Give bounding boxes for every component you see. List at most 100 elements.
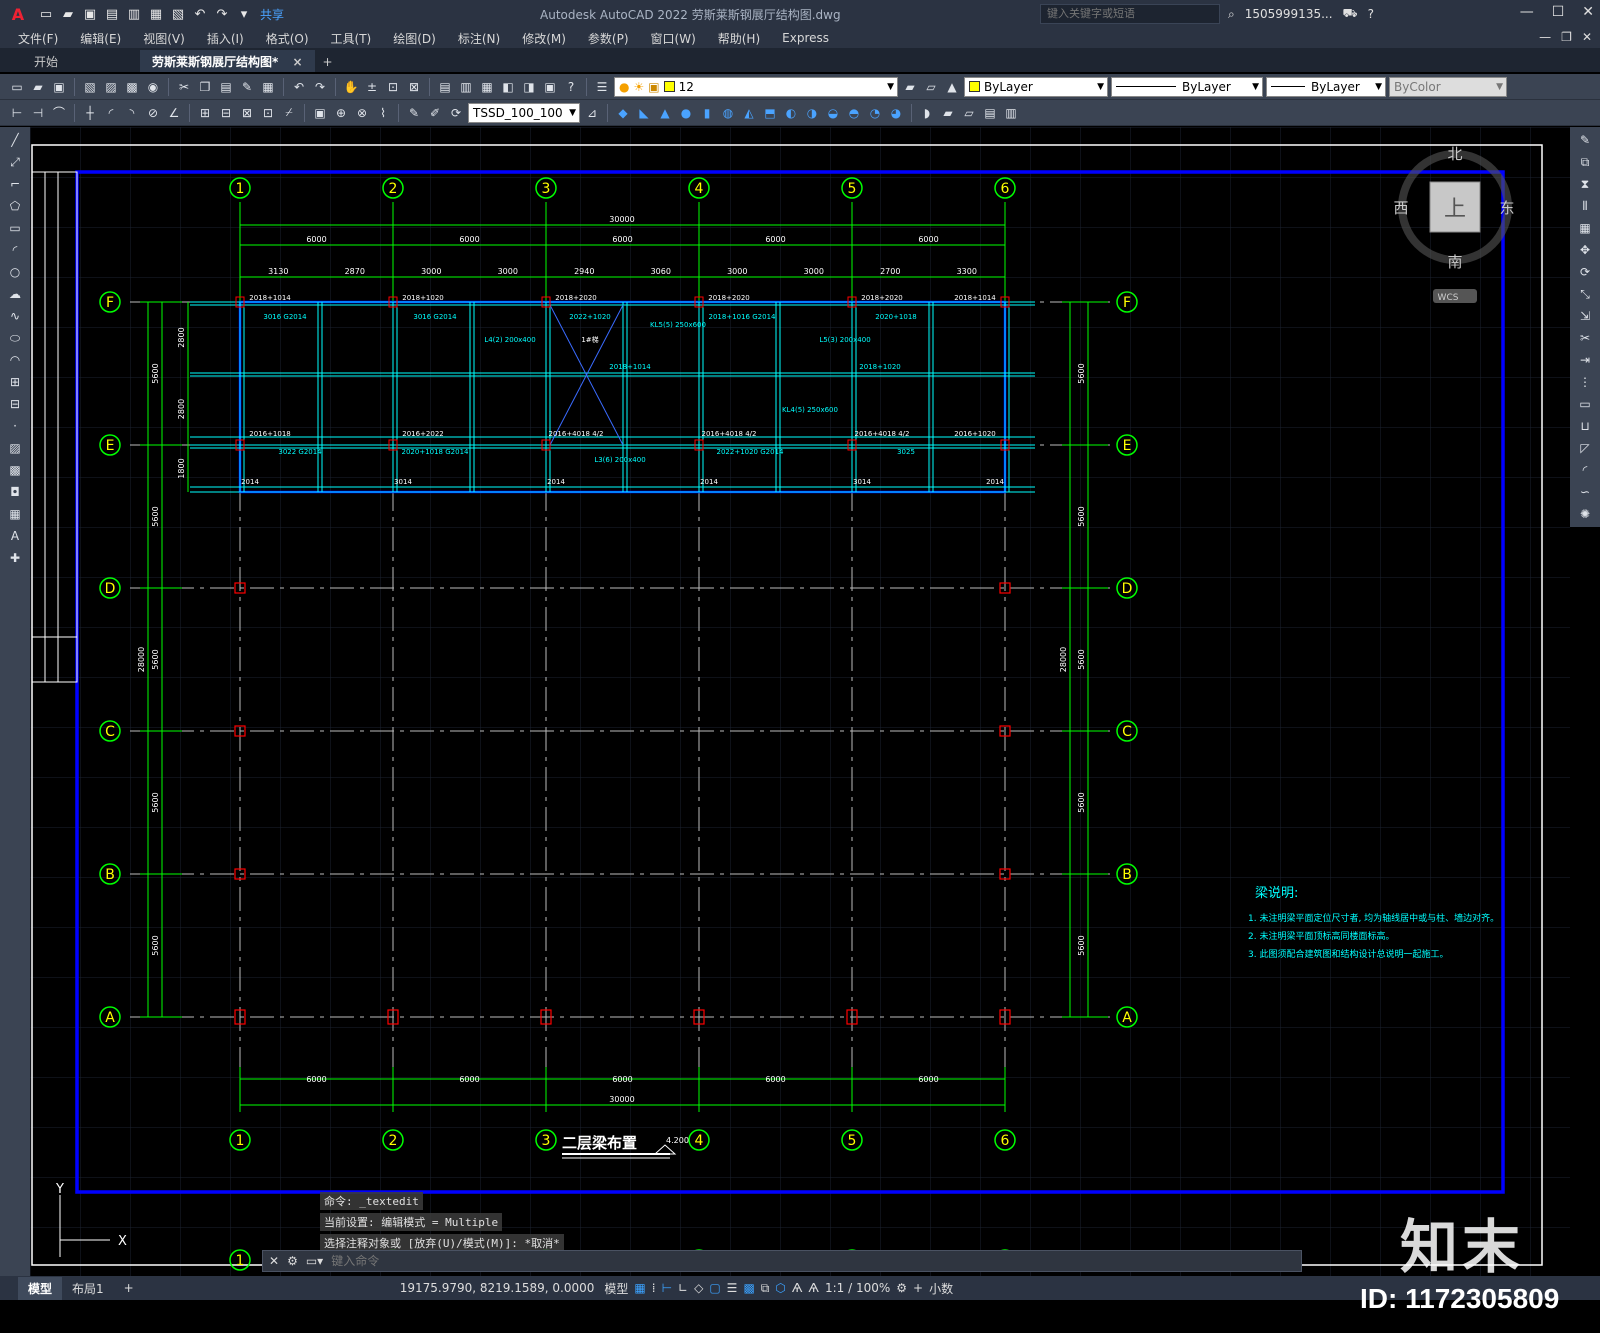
properties-icon[interactable]: ▤ [436,78,454,96]
thicken-icon[interactable]: ▰ [939,104,957,122]
copy-icon[interactable]: ❐ [196,78,214,96]
snap-toggle-icon[interactable]: ⁞ [652,1281,656,1295]
publish-icon[interactable]: ▥ [124,4,144,24]
tab-close-icon[interactable]: × [292,55,302,69]
doc-restore-icon[interactable]: ❐ [1561,30,1572,44]
revolve-icon[interactable]: ◐ [782,104,800,122]
layer-dropdown[interactable]: ● ☀ ▣ 12 ▼ [614,76,898,97]
jogged-dim-icon[interactable]: ◝ [123,104,141,122]
sheet-set-icon[interactable]: ◧ [499,78,517,96]
autocad-logo-icon[interactable]: A [0,0,36,28]
menu-window[interactable]: 窗口(W) [651,30,696,47]
copy-object-icon[interactable]: ⧉ [1576,153,1594,171]
move-icon[interactable]: ✥ [1576,241,1594,259]
undo-icon[interactable]: ↶ [290,78,308,96]
interfere-icon[interactable]: ▱ [960,104,978,122]
customize-command-icon[interactable]: ⚙ [287,1254,298,1268]
close-window-icon[interactable]: ✕ [1582,4,1594,20]
preview-icon[interactable]: ▨ [102,78,120,96]
angular-dim-icon[interactable]: ∠ [165,104,183,122]
diameter-dim-icon[interactable]: ⊘ [144,104,162,122]
center-mark-icon[interactable]: ⊕ [332,104,350,122]
layer-states-icon[interactable]: ▲ [943,78,961,96]
dim-space-icon[interactable]: ⊡ [259,104,277,122]
annotation-scale[interactable]: 1:1 / 100% [825,1281,890,1295]
linetype-dropdown[interactable]: ByLayer ▼ [1111,76,1263,97]
flatshot-icon[interactable]: ▥ [1002,104,1020,122]
lineweight-dropdown[interactable]: ByLayer ▼ [1266,76,1386,97]
menu-file[interactable]: 文件(F) [18,30,58,47]
add-selected-icon[interactable]: ✚ [6,549,24,567]
erase-icon[interactable]: ✎ [1576,131,1594,149]
continue-dim-icon[interactable]: ⊠ [238,104,256,122]
polygon-icon[interactable]: ⬠ [6,197,24,215]
markup-icon[interactable]: ◨ [520,78,538,96]
line-icon[interactable]: ╱ [6,131,24,149]
construction-line-icon[interactable]: ⤢ [6,153,24,171]
dim-edit-icon[interactable]: ✎ [405,104,423,122]
dim-style-icon[interactable]: ⊿ [583,104,601,122]
minimize-icon[interactable]: — [1520,4,1534,20]
command-input[interactable] [331,1254,1232,1268]
extrude-icon[interactable]: ⬒ [761,104,779,122]
annotation-visibility-icon[interactable]: Ѧ [792,1281,803,1295]
3d-osnap-icon[interactable]: ⬡ [775,1281,785,1295]
polar-toggle-icon[interactable]: ∟ [678,1281,688,1295]
zoom-window-icon[interactable]: ⊡ [384,78,402,96]
recent-commands-icon[interactable]: ▭▾ [306,1254,323,1268]
point-icon[interactable]: · [6,417,24,435]
save-icon[interactable]: ▣ [80,4,100,24]
grid-toggle-icon[interactable]: ▦ [634,1281,645,1295]
plot-icon[interactable]: ▧ [81,78,99,96]
tolerance-icon[interactable]: ▣ [311,104,329,122]
ellipse-icon[interactable]: ⬭ [6,329,24,347]
section-plane-icon[interactable]: ▤ [981,104,999,122]
coordinate-readout[interactable]: 19175.9790, 8219.1589, 0.0000 [400,1281,595,1295]
arc-length-icon[interactable]: ⌒ [50,104,68,122]
polyline-icon[interactable]: ⌐ [6,175,24,193]
search-input[interactable] [1040,4,1220,24]
layout-tab-layout1[interactable]: 布局1 [62,1277,114,1300]
osnap-toggle-icon[interactable]: ▢ [709,1281,720,1295]
qnew-icon[interactable]: ▭ [8,78,26,96]
aligned-dim-icon[interactable]: ⊣ [29,104,47,122]
web-icon[interactable]: ▦ [146,4,166,24]
compass-east[interactable]: 东 [1499,199,1514,217]
make-current-icon[interactable]: ▰ [901,78,919,96]
lineweight-toggle-icon[interactable]: ☰ [727,1281,738,1295]
dim-text-edit-icon[interactable]: ✐ [426,104,444,122]
transparency-icon[interactable]: ▩ [743,1281,754,1295]
dim-break-icon[interactable]: ⌿ [280,104,298,122]
menu-edit[interactable]: 编辑(E) [80,30,121,47]
sweep-icon[interactable]: ◑ [803,104,821,122]
match-prop-icon[interactable]: ✎ [238,78,256,96]
search-icon[interactable]: ⌕ [1228,7,1235,22]
layer-previous-icon[interactable]: ▱ [922,78,940,96]
zoom-realtime-icon[interactable]: ± [363,78,381,96]
cut-icon[interactable]: ✂ [175,78,193,96]
make-block-icon[interactable]: ⊟ [6,395,24,413]
doc-close-icon[interactable]: ✕ [1582,30,1592,44]
doc-minimize-icon[interactable]: — [1539,30,1551,44]
ordinate-dim-icon[interactable]: ┼ [81,104,99,122]
region-icon[interactable]: ◘ [6,483,24,501]
save-as-icon[interactable]: ▤ [102,4,122,24]
break-icon[interactable]: ▭ [1576,395,1594,413]
hatch-icon[interactable]: ▨ [6,439,24,457]
open-file-icon[interactable]: ▰ [58,4,78,24]
ortho-toggle-icon[interactable]: ⊢ [662,1281,672,1295]
mtext-icon[interactable]: A [6,527,24,545]
slice-icon[interactable]: ◗ [918,104,936,122]
circle-icon[interactable]: ○ [6,263,24,281]
explode-icon[interactable]: ✺ [1576,505,1594,523]
gradient-icon[interactable]: ▩ [6,461,24,479]
dim-update-icon[interactable]: ⟳ [447,104,465,122]
radius-dim-icon[interactable]: ◜ [102,104,120,122]
undo-icon[interactable]: ↶ [190,4,210,24]
customize-qat-icon[interactable]: ▾ [234,4,254,24]
mirror-icon[interactable]: ⧗ [1576,175,1594,193]
dim-style-dropdown[interactable]: TSSD_100_100 ▼ [468,102,580,123]
loft-icon[interactable]: ◒ [824,104,842,122]
insert-block-icon[interactable]: ⊞ [6,373,24,391]
design-center-icon[interactable]: ▥ [457,78,475,96]
